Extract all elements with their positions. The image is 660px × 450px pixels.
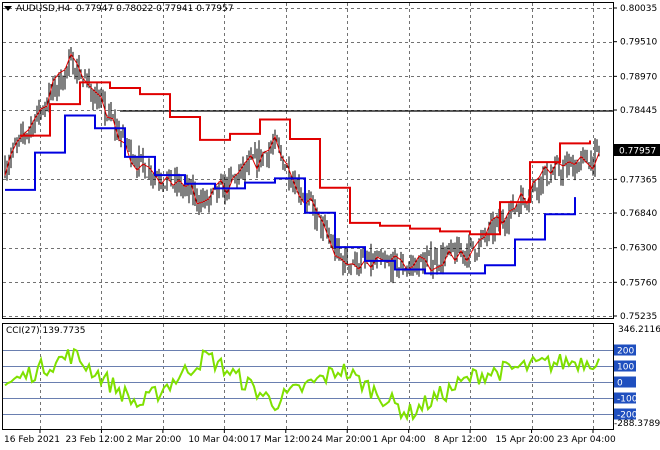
cci-level-label: 100 [617, 363, 634, 373]
time-tick-label: 17 Mar 12:00 [250, 435, 310, 445]
time-tick-label: 2 Mar 20:00 [127, 435, 182, 445]
cci-top-value: 346.2116 [618, 325, 660, 335]
price-tick-label: 0.75235 [620, 312, 657, 322]
price-tick-label: 0.76840 [620, 209, 657, 219]
cci-level-label: -200 [617, 411, 638, 421]
ohlc-label: 0.77947 0.78022 0.77941 0.77957 [76, 4, 234, 14]
chart-menu-arrow-icon[interactable] [4, 6, 12, 11]
price-tick-label: 0.76300 [620, 244, 657, 254]
price-tick-label: 0.75760 [620, 278, 657, 288]
current-price-label: 0.77957 [619, 147, 656, 157]
chart-title: AUDUSD,H4 0.77947 0.78022 0.77941 0.7795… [16, 4, 233, 14]
symbol-label: AUDUSD,H4 [16, 4, 71, 14]
cci-level-label: 200 [617, 347, 634, 357]
price-tick-label: 0.77365 [620, 175, 657, 185]
cci-bottom-value: -288.3789 [614, 419, 660, 429]
cci-level-label: 0 [617, 379, 623, 389]
price-tick-label: 0.78445 [620, 106, 657, 116]
price-tick-label: 0.78970 [620, 72, 657, 82]
time-tick-label: 15 Apr 20:00 [496, 435, 555, 445]
time-tick-label: 10 Mar 04:00 [188, 435, 248, 445]
time-tick-label: 23 Apr 04:00 [557, 435, 616, 445]
time-tick-label: 16 Feb 2021 [4, 435, 60, 445]
time-tick-label: 23 Feb 12:00 [65, 435, 124, 445]
price-tick-label: 0.80035 [620, 4, 657, 14]
cci-title: CCI(27) 139.7735 [6, 326, 86, 336]
time-tick-label: 1 Apr 04:00 [373, 435, 426, 445]
cci-level-tags: 200 100 0 -100 -200 [614, 344, 638, 421]
time-tick-label: 24 Mar 20:00 [311, 435, 371, 445]
price-tick-label: 0.79510 [620, 38, 657, 48]
time-tick-label: 8 Apr 12:00 [434, 435, 487, 445]
cci-level-label: -100 [617, 395, 638, 405]
chart-area[interactable]: 0.80035 0.79510 0.78970 0.78445 0.77365 0.768… [0, 0, 660, 450]
